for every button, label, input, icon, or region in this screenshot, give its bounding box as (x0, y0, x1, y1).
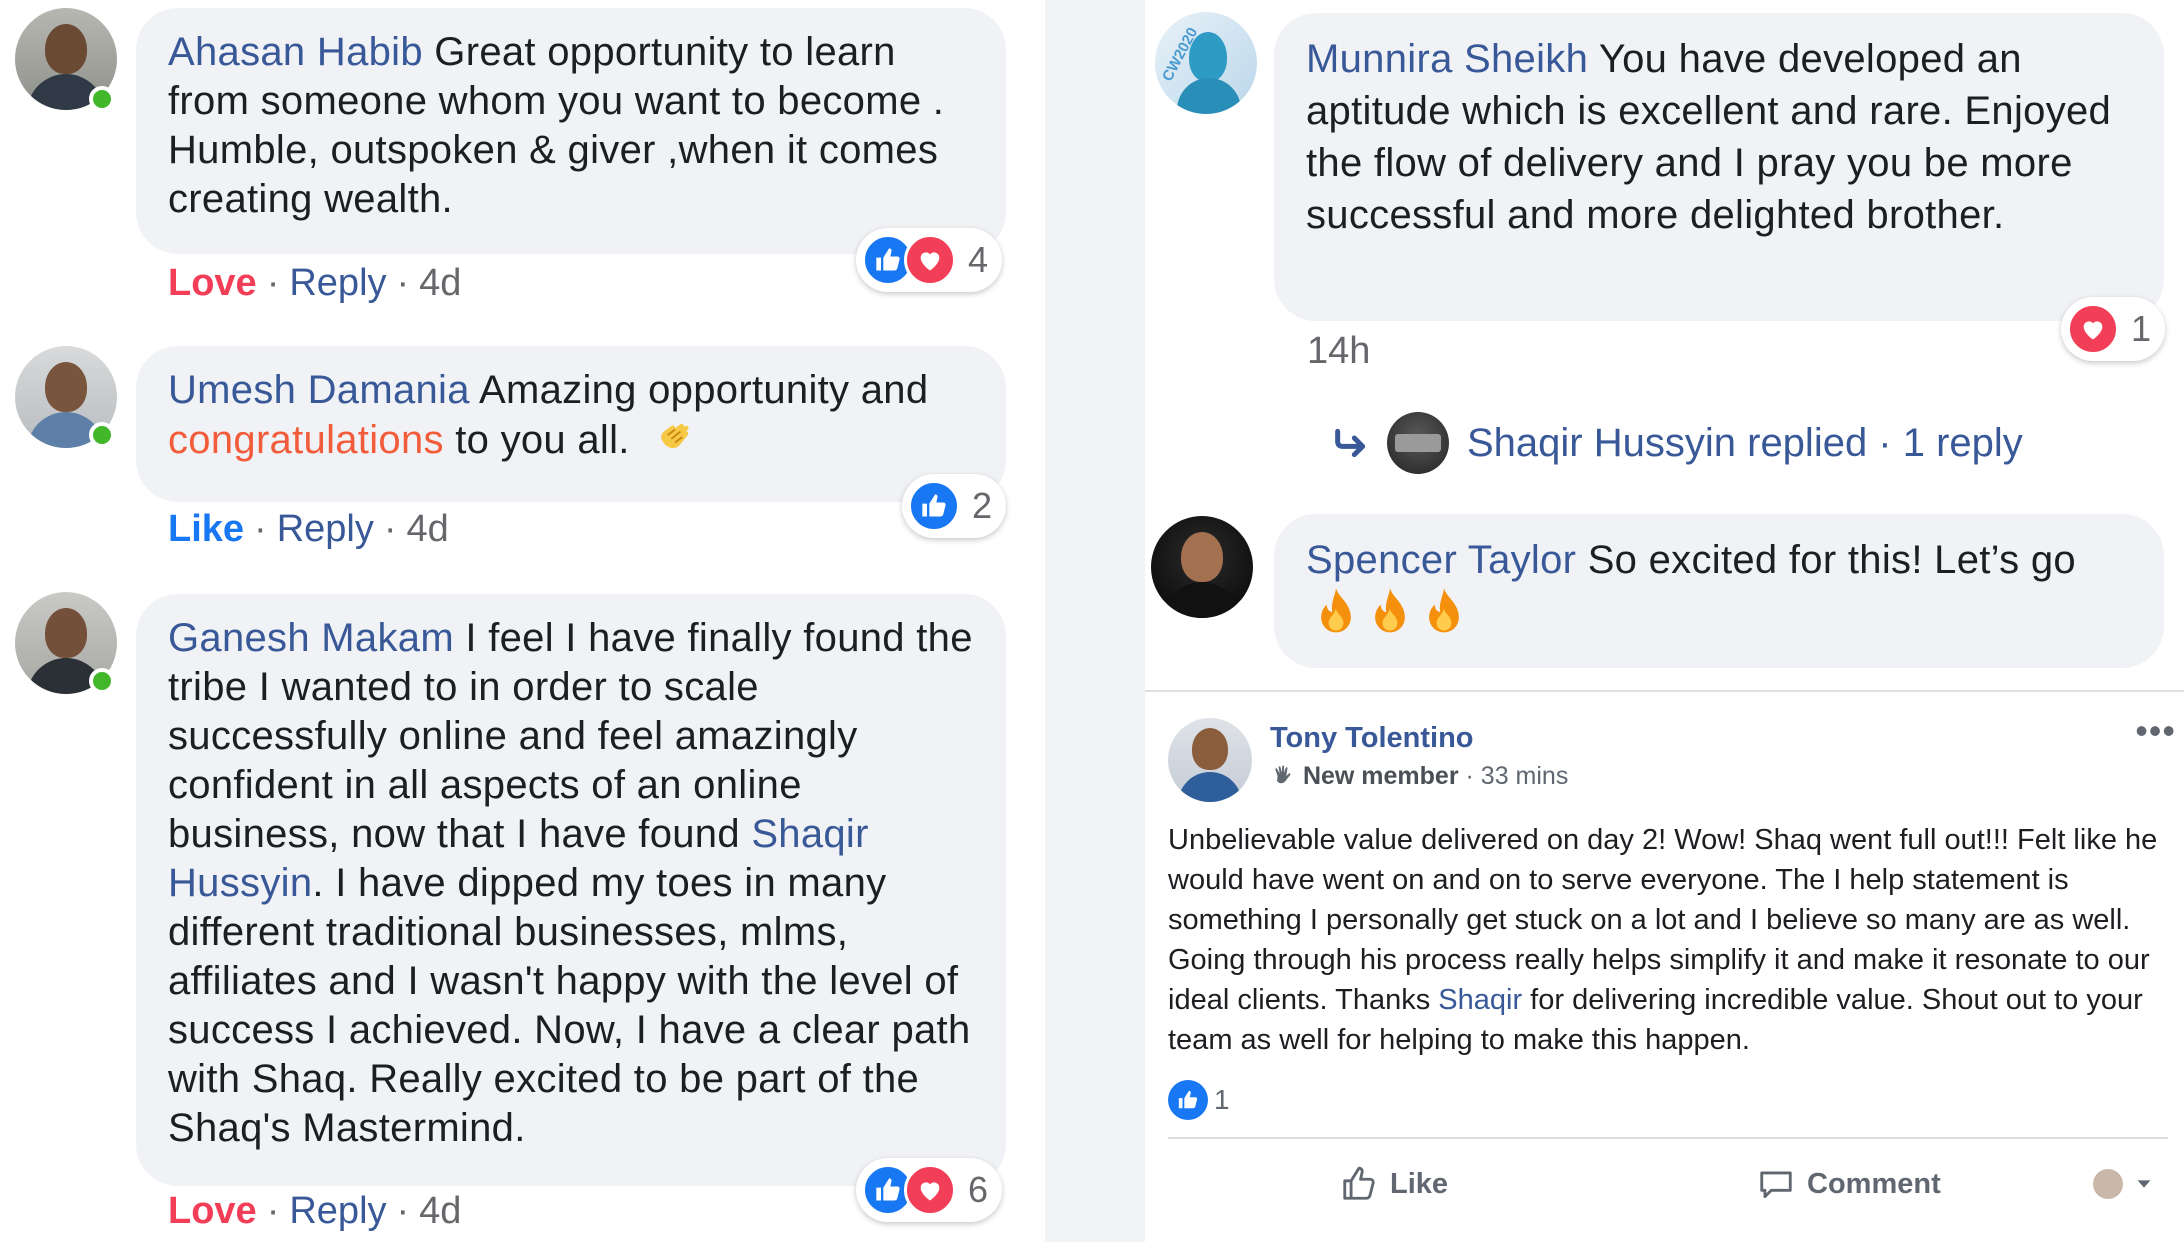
waving-hand-icon (1275, 765, 1291, 784)
post-like-count: 1 (1214, 1084, 1230, 1115)
online-status-indicator (89, 422, 115, 448)
divider (1168, 1137, 2168, 1139)
chevron-down-icon (2137, 1180, 2151, 1188)
reaction-count: 4 (968, 239, 989, 280)
fire-icon (1321, 587, 1351, 633)
panel-separator (1045, 0, 1145, 1242)
right-comments-panel: CW2020 Munnira Sheikh You have developed… (1145, 0, 2184, 1242)
love-reaction-button[interactable]: Love (168, 262, 257, 304)
comment-bubble: Spencer Taylor So excited for this! Let’… (1274, 514, 2164, 668)
comment-actions: Love · Reply · 4d (168, 1190, 462, 1232)
comment-button-label: Comment (1807, 1167, 1941, 1200)
comment-time[interactable]: 14h (1307, 330, 1370, 373)
clapping-hands-icon (661, 423, 689, 449)
post-subtitle: New member · 33 mins (1270, 762, 1568, 791)
reaction-summary[interactable]: 6 (856, 1158, 1003, 1222)
avatar-tony-tolentino[interactable] (1168, 718, 1252, 802)
like-button[interactable]: Like (1340, 1160, 1448, 1208)
heart-icon (904, 1164, 956, 1216)
reply-arrow-icon (1335, 428, 1366, 458)
comment-text: So excited for this! Let’s go (1576, 538, 2076, 582)
comment-button[interactable]: Comment (1757, 1160, 1941, 1208)
reaction-summary[interactable]: 2 (902, 474, 1007, 538)
replies-label[interactable]: Shaqir Hussyin replied · 1 reply (1467, 421, 2023, 466)
comment-time[interactable]: 4d (419, 262, 461, 304)
comment-author[interactable]: Spencer Taylor (1306, 538, 1576, 582)
thumbs-up-icon (1343, 1166, 1375, 1200)
congratulations-highlight: congratulations (168, 418, 444, 462)
like-button-label: Like (1390, 1167, 1449, 1200)
left-comments-panel: Ahasan Habib Great opportunity to learn … (0, 0, 1045, 1242)
fire-icon (1429, 587, 1459, 633)
comment-author[interactable]: Ahasan Habib (168, 30, 423, 74)
comment-time[interactable]: 4d (407, 508, 449, 550)
comment-bubble: Ganesh Makam I feel I have finally found… (136, 594, 1006, 1186)
reply-button[interactable]: Reply (289, 262, 386, 304)
reaction-summary[interactable]: 4 (856, 228, 1003, 292)
heart-icon (904, 234, 956, 286)
reply-button[interactable]: Reply (277, 508, 374, 550)
post-author[interactable]: Tony Tolentino (1270, 722, 1474, 755)
comment-author[interactable]: Munnira Sheikh (1306, 37, 1588, 81)
reply-button[interactable]: Reply (289, 1190, 386, 1232)
fire-icon (1375, 587, 1405, 633)
comment-time[interactable]: 4d (419, 1190, 461, 1232)
comment-bubble: Ahasan Habib Great opportunity to learn … (136, 8, 1006, 254)
avatar-munnira-sheikh[interactable]: CW2020 (1155, 12, 1257, 114)
view-replies-link[interactable]: Shaqir Hussyin replied · 1 reply (1331, 412, 2023, 474)
post-reaction-summary[interactable]: 1 (1168, 1080, 1230, 1120)
comment-actions: Like · Reply · 4d (168, 508, 449, 550)
comment-actions: Love · Reply · 4d (168, 262, 462, 304)
more-options-icon[interactable]: ••• (2135, 710, 2176, 752)
comment-bubble: Umesh Damania Amazing opportunity and co… (136, 346, 1006, 502)
comment-bubble: Munnira Sheikh You have developed an apt… (1274, 13, 2164, 321)
new-member-badge: New member (1302, 762, 1459, 790)
online-status-indicator (89, 668, 115, 694)
comment-author[interactable]: Umesh Damania (168, 368, 470, 412)
reaction-count: 1 (2131, 308, 2152, 349)
reaction-count: 2 (972, 485, 993, 526)
avatar-spencer-taylor[interactable] (1151, 516, 1253, 618)
like-icon (1168, 1080, 1208, 1120)
online-status-indicator (89, 86, 115, 112)
reaction-summary[interactable]: 1 (2061, 297, 2166, 361)
comment-text-end: to you all. (443, 418, 630, 462)
group-post-card: Tony Tolentino New member · 33 mins ••• … (1145, 690, 2184, 1242)
like-button[interactable]: Like (168, 508, 244, 550)
comment-author[interactable]: Ganesh Makam (168, 616, 454, 660)
tagged-person-link[interactable]: Shaqir (1438, 984, 1522, 1016)
like-icon (908, 480, 960, 532)
post-body: Unbelievable value delivered on day 2! W… (1168, 820, 2168, 1060)
replier-avatar[interactable] (1387, 412, 1449, 474)
comment-text: Amazing opportunity and (469, 368, 929, 412)
reaction-selector[interactable] (2093, 1160, 2155, 1208)
comment-icon (1760, 1171, 1792, 1199)
reaction-count: 6 (968, 1169, 989, 1210)
viewer-avatar (2093, 1169, 2123, 1199)
post-time[interactable]: · 33 mins (1459, 762, 1569, 790)
heart-icon (2067, 303, 2119, 355)
love-reaction-button[interactable]: Love (168, 1190, 257, 1232)
